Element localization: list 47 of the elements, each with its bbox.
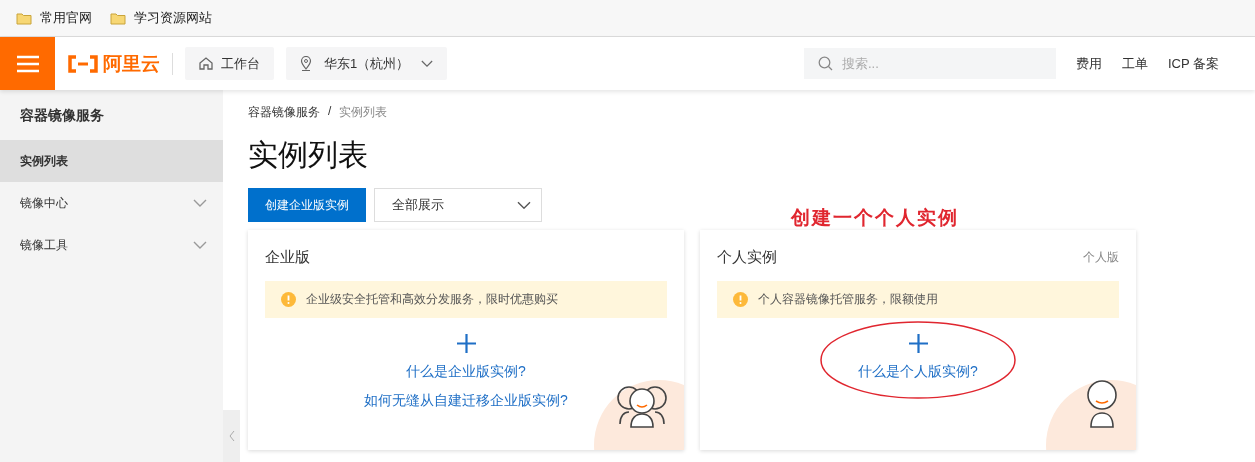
plus-icon[interactable] [456,334,476,353]
sidebar-title: 容器镜像服务 [19,106,105,125]
breadcrumb-item[interactable]: 容器镜像服务 [248,104,320,121]
sidebar-item[interactable]: 镜像工具 [0,224,223,266]
plus-icon[interactable] [908,334,928,353]
chevron-down-icon [193,241,207,249]
menu-icon [16,54,39,73]
folder-icon [110,11,126,25]
warning-icon [733,292,748,307]
card-title: 企业版 [265,247,310,267]
logo-icon [67,54,99,73]
top-nav-link[interactable]: 工单 [1121,54,1148,73]
chevron-down-icon [421,59,434,68]
folder-icon [16,11,32,25]
annotation-text: 创建一个个人实例 [791,206,959,230]
chevron-down-icon [193,199,207,207]
help-link[interactable]: 什么是个人版实例? [858,361,978,382]
card-title: 个人实例 [717,247,777,267]
home-icon [199,57,213,70]
bookmark-link[interactable]: 常用官网 [40,9,92,27]
search-icon [817,56,833,71]
workbench-button[interactable]: 工作台 [185,47,274,80]
create-instance-button[interactable]: 创建企业版实例 [248,188,366,222]
notice-text: 个人容器镜像托管服务，限额使用 [758,291,938,308]
card-tag: 个人版 [1083,248,1119,266]
bookmark-link[interactable]: 学习资源网站 [134,9,212,27]
chevron-down-icon [517,200,531,210]
breadcrumb-separator: / [328,104,332,120]
search-field[interactable]: 搜索... [803,48,1056,79]
breadcrumb-item: 实例列表 [339,104,388,121]
logo-text: 阿里云 [103,51,160,76]
page-title: 实例列表 [248,137,369,173]
top-nav-link[interactable]: 费用 [1075,54,1102,73]
chevron-left-icon [228,430,235,442]
warning-icon [281,292,296,307]
people-group-drawing [616,384,668,428]
location-pin-icon [300,56,312,71]
help-link[interactable]: 如何无缝从自建迁移企业版实例? [364,390,568,411]
region-select[interactable]: 华东1（杭州） [286,47,448,80]
filter-select[interactable]: 全部展示 [374,188,542,222]
notice-text: 企业级安全托管和高效分发服务，限时优惠购买 [306,291,558,308]
person-drawing [1084,380,1120,428]
menu-button[interactable] [0,37,55,90]
sidebar-item[interactable]: 实例列表 [0,140,223,182]
top-nav-link[interactable]: ICP 备案 [1167,54,1219,73]
sidebar-item[interactable]: 镜像中心 [0,182,223,224]
help-link[interactable]: 什么是企业版实例? [406,361,526,382]
